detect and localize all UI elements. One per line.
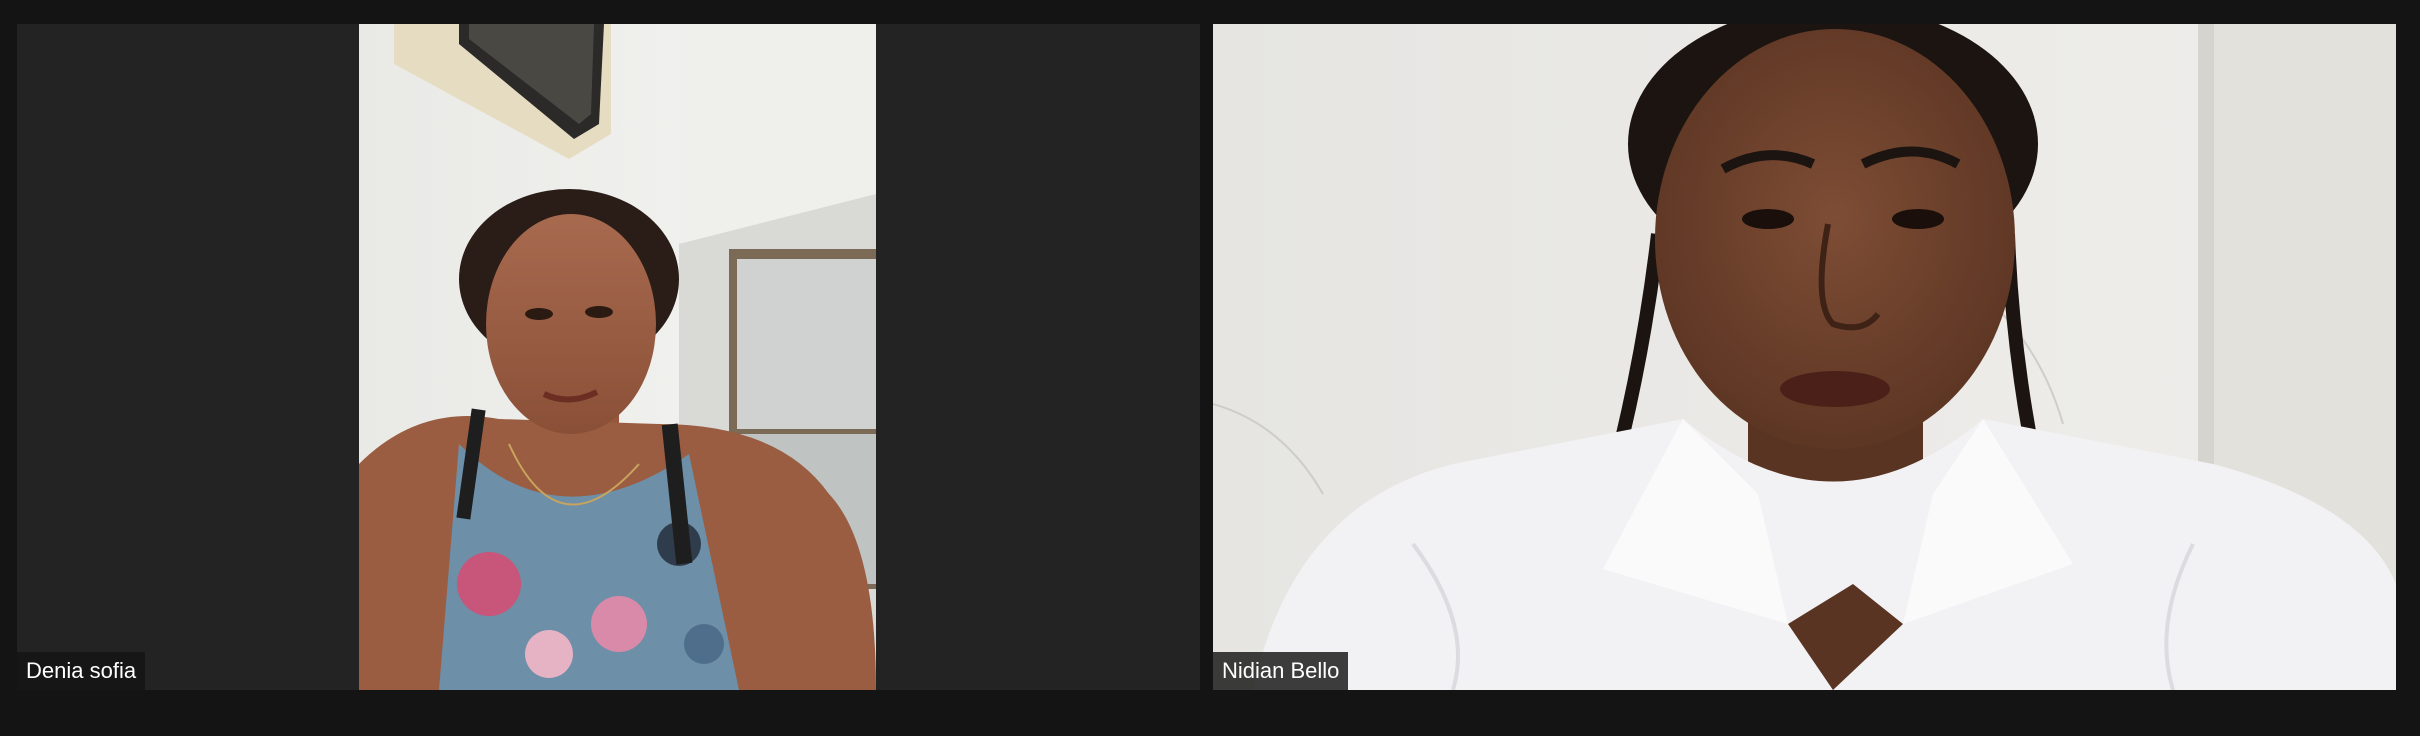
participant-name-label: Denia sofia	[17, 652, 146, 690]
gallery-view: Denia sofia Nidian Bello	[0, 0, 2420, 736]
video-frame-image	[1213, 24, 2396, 690]
participant-tile-nidian-bello[interactable]: Nidian Bello	[1213, 24, 2396, 690]
video-frame-image	[359, 24, 876, 690]
participant-video-feed	[1213, 24, 2396, 690]
participant-tile-denia-sofia[interactable]: Denia sofia	[17, 24, 1200, 690]
participant-video-feed	[359, 24, 876, 690]
participant-name-label: Nidian Bello	[1213, 652, 1349, 690]
